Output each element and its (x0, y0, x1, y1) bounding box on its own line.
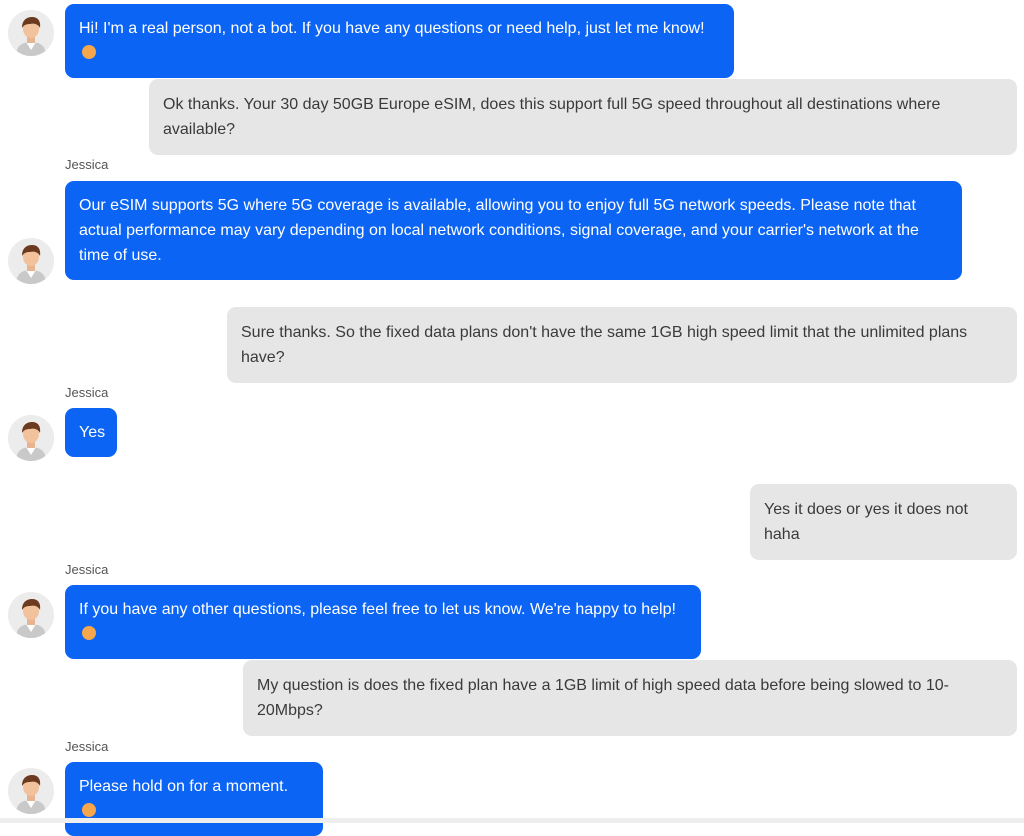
message-text: Hi! I'm a real person, not a bot. If you… (79, 20, 705, 37)
agent-name-label: Jessica (65, 562, 109, 577)
agent-message-bubble: Yes (65, 408, 117, 457)
smiling-face-icon (82, 45, 96, 59)
message-text: Ok thanks. Your 30 day 50GB Europe eSIM,… (163, 96, 941, 138)
agent-name-label: Jessica (65, 157, 109, 172)
person-icon (8, 238, 54, 284)
user-message-bubble: Sure thanks. So the fixed data plans don… (227, 307, 1017, 383)
agent-message-bubble: Our eSIM supports 5G where 5G coverage i… (65, 181, 962, 280)
message-text: Our eSIM supports 5G where 5G coverage i… (79, 197, 919, 264)
agent-name-label: Jessica (65, 385, 109, 400)
message-text: My question is does the fixed plan have … (257, 677, 949, 719)
person-icon (8, 415, 54, 461)
user-message-bubble: Ok thanks. Your 30 day 50GB Europe eSIM,… (149, 79, 1017, 155)
smiling-face-icon (82, 626, 96, 640)
message-text: Sure thanks. So the fixed data plans don… (241, 324, 968, 366)
agent-name-label: Jessica (65, 739, 109, 754)
chat-bottom-divider (0, 818, 1024, 823)
agent-avatar (8, 592, 54, 638)
person-icon (8, 10, 54, 56)
message-text: Yes it does or yes it does not haha (764, 501, 968, 543)
message-text: Please hold on for a moment. (79, 778, 289, 795)
agent-avatar (8, 10, 54, 56)
agent-message-bubble: Hi! I'm a real person, not a bot. If you… (65, 4, 734, 78)
message-text: Yes (79, 424, 106, 441)
agent-avatar (8, 768, 54, 814)
message-text: If you have any other questions, please … (79, 601, 676, 618)
agent-avatar (8, 415, 54, 461)
agent-message-bubble: Please hold on for a moment. (65, 762, 323, 836)
person-icon (8, 592, 54, 638)
user-message-bubble: Yes it does or yes it does not haha (750, 484, 1017, 560)
user-message-bubble: My question is does the fixed plan have … (243, 660, 1017, 736)
person-icon (8, 768, 54, 814)
agent-message-bubble: If you have any other questions, please … (65, 585, 701, 659)
agent-avatar (8, 238, 54, 284)
smiling-face-icon (82, 803, 96, 817)
